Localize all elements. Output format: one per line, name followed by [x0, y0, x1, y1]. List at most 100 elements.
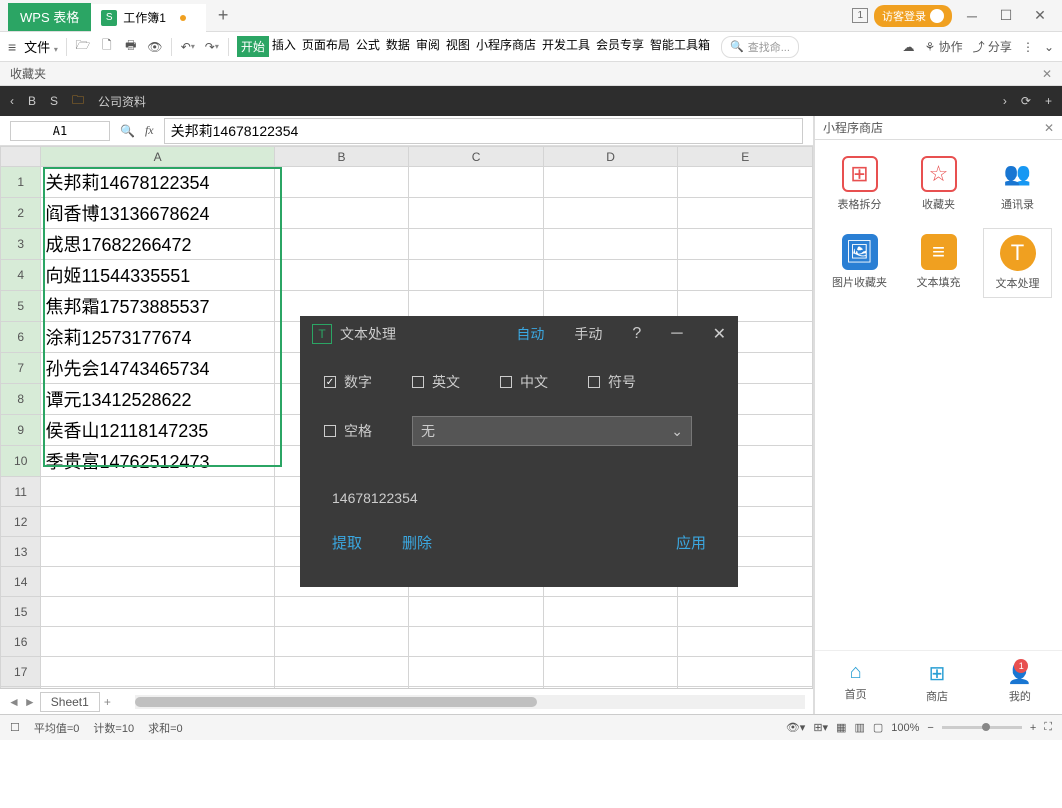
col-header-a[interactable]: A	[41, 147, 274, 167]
nav-back-icon[interactable]: ‹	[10, 94, 14, 108]
cell[interactable]: 关邦莉14678122354	[41, 167, 274, 198]
maximize-button[interactable]: ☐	[992, 2, 1020, 30]
new-tab-button[interactable]: +	[218, 5, 229, 26]
bottom-mine[interactable]: 👤1我的	[1007, 661, 1032, 704]
nav-b[interactable]: B	[28, 94, 36, 108]
view-normal-icon[interactable]: ▦	[836, 721, 846, 734]
nav-refresh-icon[interactable]: ⟳	[1021, 94, 1031, 108]
sheet-prev-icon[interactable]: ◄	[8, 695, 20, 709]
space-select[interactable]: 无⌄	[412, 416, 692, 446]
row-header[interactable]: 4	[1, 260, 41, 291]
bottom-store[interactable]: ⊞商店	[926, 661, 948, 704]
search-box[interactable]: 🔍 查找命...	[721, 36, 799, 58]
close-button[interactable]: ✕	[1026, 2, 1054, 30]
minimize-button[interactable]: ─	[958, 2, 986, 30]
select-all-corner[interactable]	[1, 147, 41, 167]
row-header[interactable]: 2	[1, 198, 41, 229]
sheet-next-icon[interactable]: ►	[24, 695, 36, 709]
cell[interactable]: 向姬11544335551	[41, 260, 274, 291]
favorites-close-icon[interactable]: ✕	[1042, 67, 1052, 81]
col-header-e[interactable]: E	[678, 147, 813, 167]
row-header[interactable]: 15	[1, 597, 41, 627]
tile-text-fill[interactable]: ≡文本填充	[904, 228, 973, 298]
add-sheet-icon[interactable]: +	[104, 695, 111, 709]
collab-button[interactable]: ⚘ 协作	[924, 38, 962, 55]
open-icon[interactable]: 🗁	[75, 39, 91, 55]
row-header[interactable]: 10	[1, 446, 41, 477]
redo-icon[interactable]: ↷▾	[204, 39, 220, 55]
zoom-slider[interactable]	[942, 726, 1022, 729]
ribbon-review[interactable]: 审阅	[413, 36, 443, 57]
ribbon-vip[interactable]: 会员专享	[593, 36, 647, 57]
formula-input[interactable]: 关邦莉14678122354	[164, 118, 803, 144]
ribbon-formula[interactable]: 公式	[353, 36, 383, 57]
ribbon-smart[interactable]: 智能工具箱	[647, 36, 713, 57]
row-header[interactable]: 3	[1, 229, 41, 260]
cell[interactable]: 阎香博13136678624	[41, 198, 274, 229]
row-header[interactable]: 18	[1, 687, 41, 689]
row-header[interactable]: 1	[1, 167, 41, 198]
menu-icon[interactable]: ≡	[8, 39, 16, 55]
row-header[interactable]: 14	[1, 567, 41, 597]
zoom-search-icon[interactable]: 🔍	[120, 124, 135, 138]
sheet-tab[interactable]: Sheet1	[40, 692, 100, 712]
cell[interactable]: 季贵富14762512473	[41, 446, 274, 477]
nav-s[interactable]: S	[50, 94, 58, 108]
cell[interactable]: 涂莉12573177674	[41, 322, 274, 353]
fullscreen-icon[interactable]: ⛶	[1044, 721, 1052, 734]
nav-folder[interactable]: 公司资料	[98, 93, 146, 110]
checkbox-number[interactable]: 数字	[324, 372, 372, 392]
tile-favorites[interactable]: ☆收藏夹	[904, 150, 973, 218]
checkbox-chinese[interactable]: 中文	[500, 372, 548, 392]
help-icon[interactable]: ?	[632, 325, 641, 343]
row-header[interactable]: 6	[1, 322, 41, 353]
save-icon[interactable]: 🗋	[99, 39, 115, 55]
ribbon-data[interactable]: 数据	[383, 36, 413, 57]
delete-button[interactable]: 删除	[402, 532, 432, 553]
col-header-b[interactable]: B	[274, 147, 409, 167]
cell-reference[interactable]: A1	[10, 121, 110, 141]
pages-icon[interactable]: 1	[852, 8, 868, 23]
eye-icon[interactable]: 👁▾	[786, 721, 806, 734]
nav-forward-icon[interactable]: ›	[1003, 94, 1007, 108]
popup-close-icon[interactable]: ✕	[713, 324, 726, 344]
horizontal-scrollbar[interactable]	[135, 695, 805, 709]
extract-button[interactable]: 提取	[332, 532, 362, 553]
undo-icon[interactable]: ↶▾	[180, 39, 196, 55]
view-page-icon[interactable]: ▥	[854, 721, 864, 734]
row-header[interactable]: 8	[1, 384, 41, 415]
login-button[interactable]: 访客登录	[874, 5, 952, 27]
ribbon-store[interactable]: 小程序商店	[473, 36, 539, 57]
file-menu[interactable]: 文件 ▾	[24, 37, 58, 56]
row-header[interactable]: 9	[1, 415, 41, 446]
apply-button[interactable]: 应用	[676, 532, 706, 553]
row-header[interactable]: 11	[1, 477, 41, 507]
checkbox-symbol[interactable]: 符号	[588, 372, 636, 392]
col-header-c[interactable]: C	[409, 147, 544, 167]
share-button[interactable]: ⤴ 分享	[973, 38, 1012, 55]
tile-split[interactable]: ⊞表格拆分	[825, 150, 894, 218]
workbook-tab[interactable]: S 工作簿1	[91, 4, 206, 32]
zoom-out-icon[interactable]: −	[927, 722, 933, 734]
popup-tab-manual[interactable]: 手动	[574, 324, 602, 344]
tile-images[interactable]: 🖼图片收藏夹	[825, 228, 894, 298]
cloud-icon[interactable]: ☁	[902, 40, 914, 54]
ribbon-layout[interactable]: 页面布局	[299, 36, 353, 57]
cell[interactable]: 焦邦霜17573885537	[41, 291, 274, 322]
view-break-icon[interactable]: ▢	[873, 721, 883, 734]
nav-add-icon[interactable]: +	[1045, 94, 1052, 108]
ribbon-start[interactable]: 开始	[237, 36, 269, 57]
cell[interactable]: 侯香山12118147235	[41, 415, 274, 446]
row-header[interactable]: 12	[1, 507, 41, 537]
fx-label[interactable]: fx	[145, 123, 154, 138]
side-close-icon[interactable]: ✕	[1044, 121, 1054, 135]
print-icon[interactable]: 🖶	[123, 39, 139, 55]
bottom-home[interactable]: ⌂首页	[845, 661, 867, 704]
checkbox-space[interactable]: 空格	[324, 421, 372, 441]
ribbon-dev[interactable]: 开发工具	[539, 36, 593, 57]
tile-text-process[interactable]: T文本处理	[983, 228, 1052, 298]
row-header[interactable]: 5	[1, 291, 41, 322]
popup-tab-auto[interactable]: 自动	[516, 324, 544, 344]
checkbox-english[interactable]: 英文	[412, 372, 460, 392]
row-header[interactable]: 17	[1, 657, 41, 687]
